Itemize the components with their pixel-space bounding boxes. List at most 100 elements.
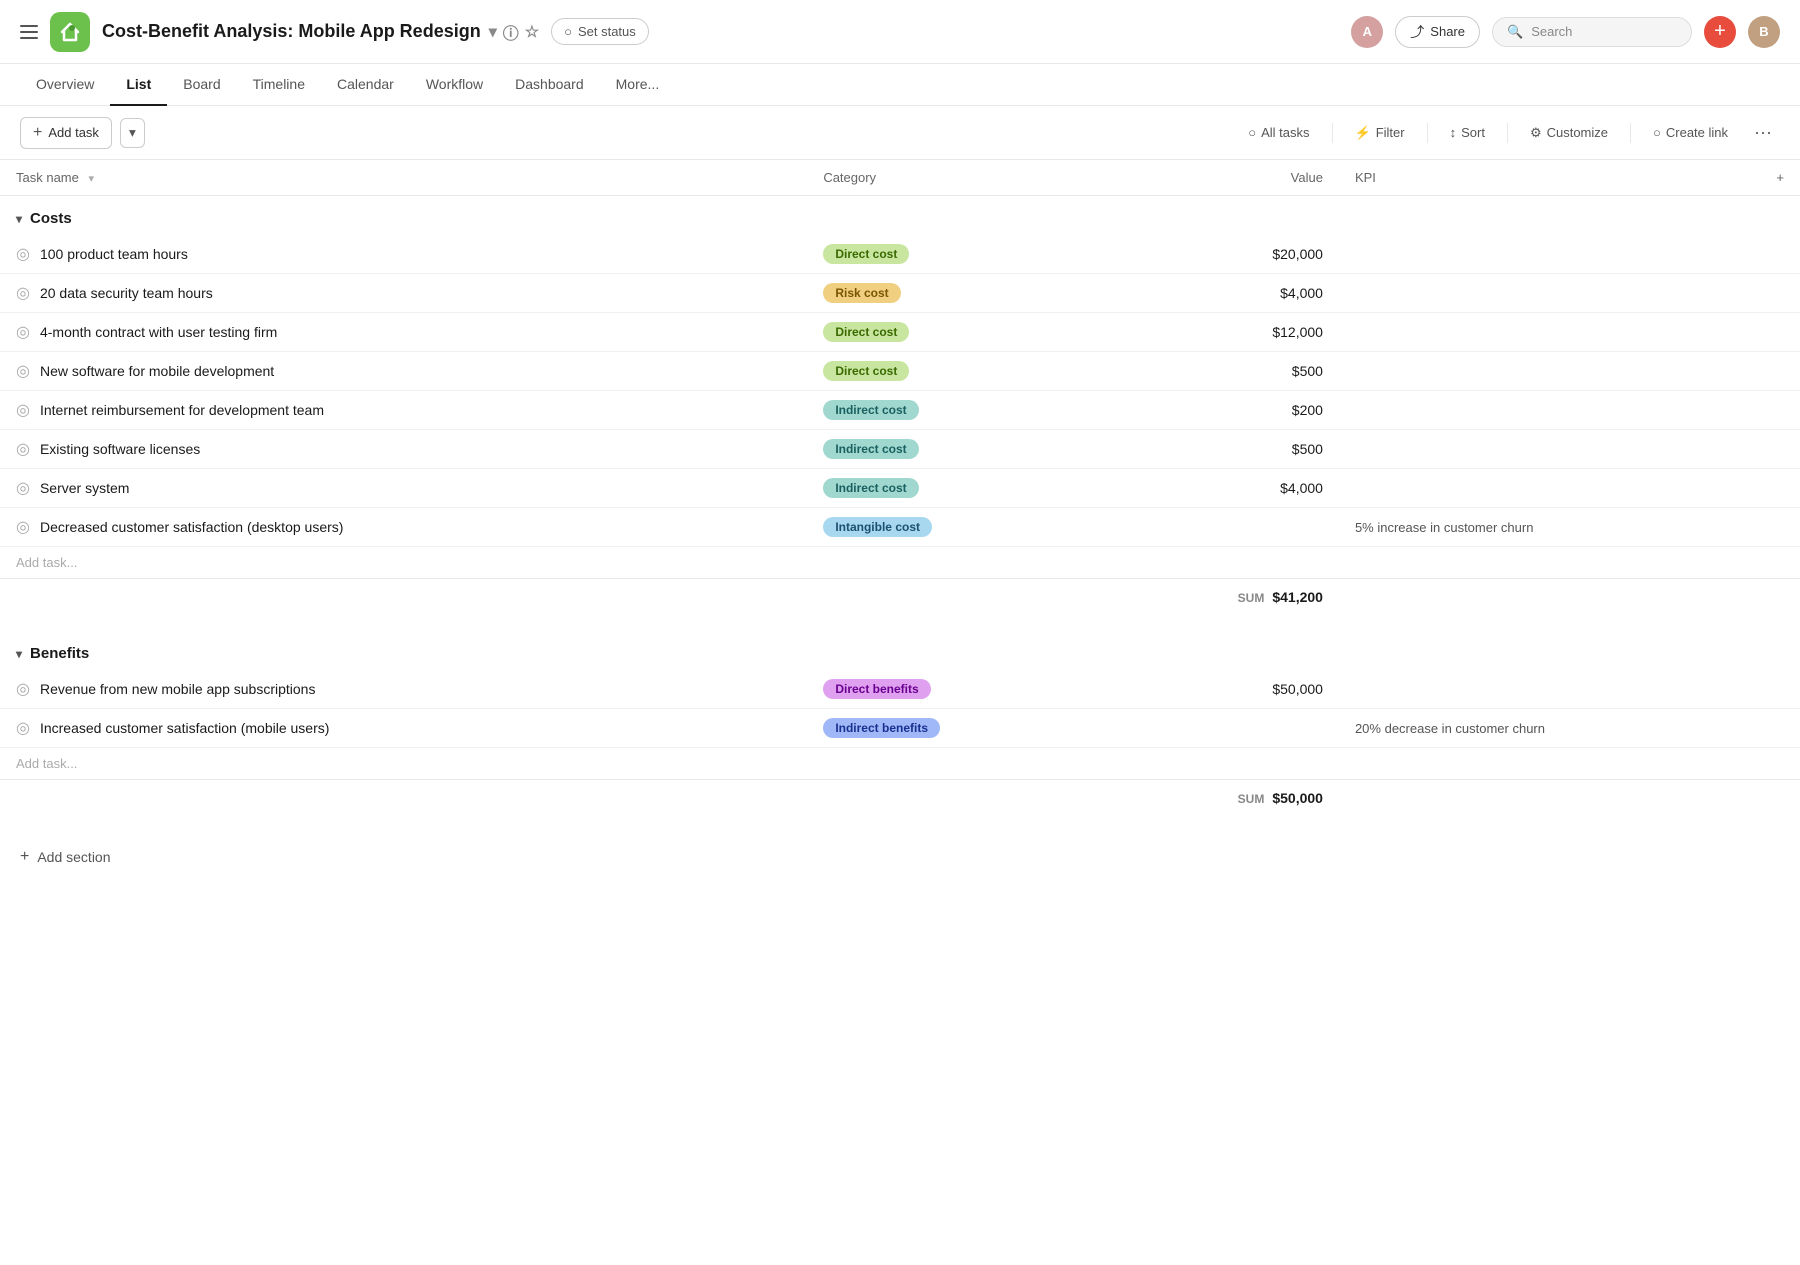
tab-calendar[interactable]: Calendar <box>321 64 410 106</box>
avatar-1[interactable]: A <box>1351 16 1383 48</box>
category-badge[interactable]: Direct cost <box>823 244 909 264</box>
check-icon[interactable]: ◎ <box>16 244 30 264</box>
check-icon[interactable]: ◎ <box>16 283 30 303</box>
customize-button[interactable]: ⚙ Customize <box>1520 119 1618 147</box>
more-options-button[interactable]: ··· <box>1746 116 1780 149</box>
hamburger-menu[interactable] <box>20 25 38 39</box>
check-icon[interactable]: ◎ <box>16 478 30 498</box>
plus-icon: + <box>20 848 29 866</box>
category-badge[interactable]: Indirect cost <box>823 400 918 420</box>
toolbar-separator-4 <box>1630 123 1631 143</box>
col-header-kpi: KPI <box>1339 160 1760 196</box>
task-value-cell: $4,000 <box>1126 469 1339 508</box>
tab-dashboard[interactable]: Dashboard <box>499 64 600 106</box>
share-button[interactable]: ⤴ Share <box>1395 16 1480 48</box>
tab-timeline[interactable]: Timeline <box>237 64 321 106</box>
task-action-cell <box>1760 469 1800 508</box>
task-name-cell: ◎ Decreased customer satisfaction (deskt… <box>0 508 807 547</box>
set-status-button[interactable]: ○ Set status <box>551 18 649 45</box>
tab-board[interactable]: Board <box>167 64 236 106</box>
search-bar[interactable]: 🔍 Search <box>1492 17 1692 47</box>
sum-row-benefits: SUM$50,000 <box>0 780 1800 817</box>
task-table: Task name ▾ Category Value KPI + ▾ Costs… <box>0 160 1800 832</box>
tab-more[interactable]: More... <box>600 64 676 106</box>
category-badge[interactable]: Direct cost <box>823 322 909 342</box>
task-category-cell: Direct cost <box>807 235 1126 274</box>
col-header-task-name: Task name ▾ <box>0 160 807 196</box>
sort-icon: ↕ <box>1450 125 1457 140</box>
circle-icon: ○ <box>564 24 572 39</box>
task-kpi-cell <box>1339 274 1760 313</box>
table-row[interactable]: ◎ Decreased customer satisfaction (deskt… <box>0 508 1800 547</box>
link-icon: ○ <box>1653 125 1661 140</box>
section-costs: ▾ Costs <box>0 196 1800 236</box>
check-icon[interactable]: ◎ <box>16 361 30 381</box>
category-badge[interactable]: Risk cost <box>823 283 900 303</box>
check-icon[interactable]: ◎ <box>16 718 30 738</box>
task-action-cell <box>1760 508 1800 547</box>
category-badge[interactable]: Direct cost <box>823 361 909 381</box>
app-icon <box>50 12 90 52</box>
table-row[interactable]: ◎ 20 data security team hours Risk cost … <box>0 274 1800 313</box>
add-task-button[interactable]: + Add task <box>20 117 112 149</box>
chevron-down-icon: ▾ <box>129 125 136 140</box>
task-kpi-cell <box>1339 313 1760 352</box>
task-kpi-cell: 20% decrease in customer churn <box>1339 709 1760 748</box>
tab-list[interactable]: List <box>110 64 167 106</box>
category-badge[interactable]: Indirect cost <box>823 439 918 459</box>
task-category-cell: Direct cost <box>807 352 1126 391</box>
table-row[interactable]: ◎ Internet reimbursement for development… <box>0 391 1800 430</box>
check-icon[interactable]: ◎ <box>16 439 30 459</box>
dropdown-icon[interactable]: ▾ <box>489 22 497 42</box>
task-category-cell: Risk cost <box>807 274 1126 313</box>
check-icon[interactable]: ◎ <box>16 517 30 537</box>
task-action-cell <box>1760 235 1800 274</box>
all-tasks-button[interactable]: ○ All tasks <box>1238 119 1319 146</box>
task-category-cell: Direct cost <box>807 313 1126 352</box>
tab-workflow[interactable]: Workflow <box>410 64 499 106</box>
category-badge[interactable]: Indirect benefits <box>823 718 940 738</box>
task-action-cell <box>1760 391 1800 430</box>
add-task-benefits-row[interactable]: Add task... <box>0 748 1800 780</box>
task-action-cell <box>1760 352 1800 391</box>
table-row[interactable]: ◎ Revenue from new mobile app subscripti… <box>0 670 1800 709</box>
task-value-cell <box>1126 709 1339 748</box>
share-icon: ⤴ <box>1410 22 1424 42</box>
tab-overview[interactable]: Overview <box>20 64 110 106</box>
add-task-dropdown-button[interactable]: ▾ <box>120 118 145 148</box>
task-name-text: 4-month contract with user testing firm <box>40 324 277 340</box>
category-badge[interactable]: Intangible cost <box>823 517 932 537</box>
task-name-text: Decreased customer satisfaction (desktop… <box>40 519 343 535</box>
task-name-cell: ◎ 20 data security team hours <box>0 274 807 313</box>
task-category-cell: Indirect cost <box>807 391 1126 430</box>
check-icon[interactable]: ◎ <box>16 679 30 699</box>
task-name-text: Server system <box>40 480 129 496</box>
collapse-benefits-button[interactable]: ▾ <box>16 647 22 661</box>
category-badge[interactable]: Indirect cost <box>823 478 918 498</box>
table-row[interactable]: ◎ Server system Indirect cost $4,000 <box>0 469 1800 508</box>
info-icon[interactable]: ⓘ <box>503 20 519 44</box>
circle-check-icon: ○ <box>1248 125 1256 140</box>
check-icon[interactable]: ◎ <box>16 322 30 342</box>
table-row[interactable]: ◎ New software for mobile development Di… <box>0 352 1800 391</box>
add-section-button[interactable]: + Add section <box>0 832 1800 882</box>
col-sort-icon[interactable]: ▾ <box>89 173 95 185</box>
avatar-2[interactable]: B <box>1748 16 1780 48</box>
table-row[interactable]: ◎ 100 product team hours Direct cost $20… <box>0 235 1800 274</box>
customize-icon: ⚙ <box>1530 125 1542 141</box>
task-name-cell: ◎ Existing software licenses <box>0 430 807 469</box>
create-link-button[interactable]: ○ Create link <box>1643 119 1738 146</box>
category-badge[interactable]: Direct benefits <box>823 679 930 699</box>
sort-button[interactable]: ↕ Sort <box>1440 119 1495 146</box>
table-row[interactable]: ◎ Existing software licenses Indirect co… <box>0 430 1800 469</box>
collapse-costs-button[interactable]: ▾ <box>16 212 22 226</box>
check-icon[interactable]: ◎ <box>16 400 30 420</box>
col-add-button[interactable]: + <box>1760 160 1800 196</box>
table-row[interactable]: ◎ 4-month contract with user testing fir… <box>0 313 1800 352</box>
add-task-costs-row[interactable]: Add task... <box>0 547 1800 579</box>
filter-button[interactable]: ⚡ Filter <box>1345 119 1415 147</box>
task-name-text: 20 data security team hours <box>40 285 213 301</box>
star-icon[interactable]: ☆ <box>525 22 539 42</box>
table-row[interactable]: ◎ Increased customer satisfaction (mobil… <box>0 709 1800 748</box>
add-button[interactable]: + <box>1704 16 1736 48</box>
